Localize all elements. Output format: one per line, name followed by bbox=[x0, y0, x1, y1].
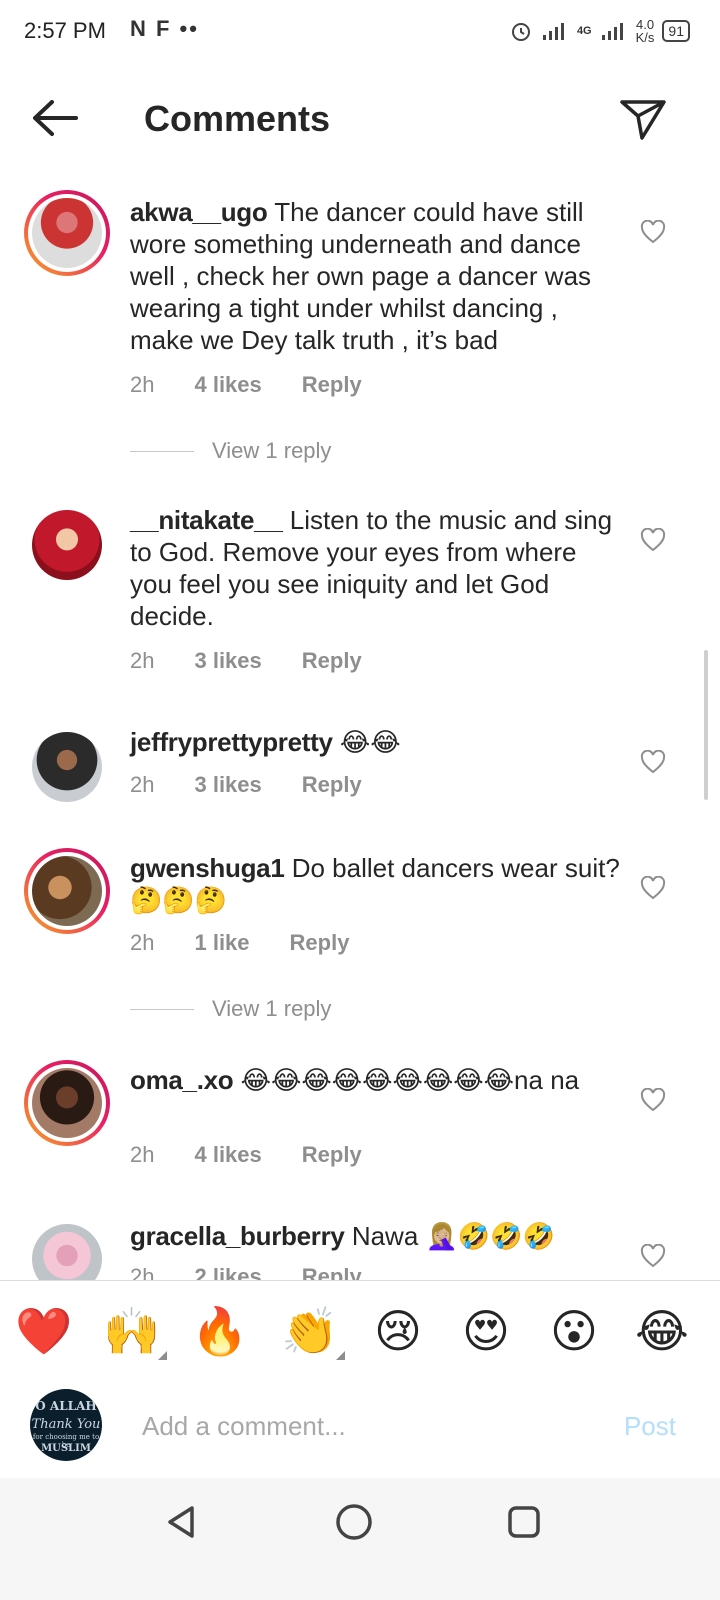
signal-icon-2 bbox=[601, 23, 623, 40]
comment-time: 2h bbox=[130, 1142, 155, 1167]
divider bbox=[130, 450, 194, 452]
reply-button[interactable]: Reply bbox=[302, 1264, 362, 1280]
notification-icons: N F •• bbox=[130, 16, 199, 41]
comment-meta: 2h 4 likes Reply bbox=[130, 1142, 402, 1168]
speed-unit: K/s bbox=[635, 30, 655, 45]
comment-body: Nawa 🤦🏼‍♀️🤣🤣🤣 bbox=[351, 1221, 556, 1251]
reaction-heart[interactable]: ❤️ bbox=[14, 1301, 74, 1361]
comment-item: gracella_burberry Nawa 🤦🏼‍♀️🤣🤣🤣 2h 2 lik… bbox=[0, 1218, 720, 1280]
like-heart-icon[interactable] bbox=[640, 1244, 666, 1268]
like-heart-icon[interactable] bbox=[640, 220, 666, 244]
comment-username[interactable]: oma_.xo bbox=[130, 1065, 234, 1095]
comment-username[interactable]: gracella_burberry bbox=[130, 1221, 345, 1251]
reaction-laughing[interactable]: 😂 bbox=[632, 1301, 692, 1361]
avatar[interactable] bbox=[32, 732, 102, 802]
reply-button[interactable]: Reply bbox=[302, 648, 362, 674]
comment-username[interactable]: akwa__ugo bbox=[130, 197, 268, 227]
comment-text: akwa__ugo The dancer could have still wo… bbox=[130, 196, 620, 356]
skin-tone-indicator-icon bbox=[158, 1351, 167, 1360]
avatar-text-2: Thank You bbox=[31, 1417, 101, 1432]
view-replies-label: View 1 reply bbox=[212, 438, 332, 463]
comment-time: 2h bbox=[130, 372, 155, 397]
comment-username[interactable]: jeffryprettypretty bbox=[130, 727, 333, 757]
comment-time: 2h bbox=[130, 648, 155, 673]
status-right: 4G 4.0 K/s 91 bbox=[509, 14, 690, 48]
recents-square-icon[interactable] bbox=[504, 1502, 544, 1542]
avatar-text-4: MUSLIM bbox=[41, 1443, 91, 1454]
comment-composer: O ALLAH Thank You for choosing me to be … bbox=[0, 1377, 720, 1477]
comment-username[interactable]: __nitakate__ bbox=[130, 505, 283, 535]
reaction-fire[interactable]: 🔥 bbox=[190, 1301, 250, 1361]
divider bbox=[130, 1008, 194, 1010]
paper-plane-icon[interactable] bbox=[618, 94, 668, 144]
back-arrow-icon[interactable] bbox=[28, 96, 80, 140]
comment-text: gracella_burberry Nawa 🤦🏼‍♀️🤣🤣🤣 bbox=[130, 1220, 620, 1252]
like-heart-icon[interactable] bbox=[640, 750, 666, 774]
reply-button[interactable]: Reply bbox=[302, 1142, 362, 1168]
comments-header: Comments bbox=[0, 70, 720, 170]
comment-text: oma_.xo 😂😂😂😂😂😂😂😂😂na na bbox=[130, 1064, 620, 1096]
alarm-icon bbox=[511, 23, 530, 41]
comment-text: __nitakate__ Listen to the music and sin… bbox=[130, 504, 620, 632]
battery-icon: 91 bbox=[662, 20, 690, 42]
home-circle-icon[interactable] bbox=[334, 1502, 374, 1542]
comment-likes[interactable]: 1 like bbox=[194, 930, 249, 956]
quick-reaction-bar: ❤️ 🙌 🔥 👏 😢 😍 😮 😂 bbox=[0, 1280, 720, 1378]
comment-likes[interactable]: 2 likes bbox=[194, 1264, 261, 1280]
my-avatar[interactable]: O ALLAH Thank You for choosing me to be … bbox=[30, 1389, 102, 1461]
reply-button[interactable]: Reply bbox=[290, 930, 350, 956]
comment-text: jeffryprettypretty 😂😂 bbox=[130, 726, 620, 758]
avatar-text-1: O ALLAH bbox=[35, 1399, 97, 1413]
reply-button[interactable]: Reply bbox=[302, 772, 362, 798]
comment-username[interactable]: gwenshuga1 bbox=[130, 853, 285, 883]
comment-meta: 2h 3 likes Reply bbox=[130, 648, 402, 674]
comment-time: 2h bbox=[130, 1264, 155, 1280]
view-replies-button[interactable]: View 1 reply bbox=[130, 996, 331, 1022]
signal-icon bbox=[542, 23, 564, 40]
avatar[interactable] bbox=[32, 1224, 102, 1280]
page-title: Comments bbox=[144, 98, 331, 139]
like-heart-icon[interactable] bbox=[640, 528, 666, 552]
status-bar: 2:57 PM N F •• 4G 4.0 K/s 91 bbox=[0, 0, 720, 64]
scrollbar[interactable] bbox=[704, 650, 708, 800]
post-button[interactable]: Post bbox=[624, 1411, 676, 1442]
view-replies-label: View 1 reply bbox=[212, 996, 332, 1021]
avatar[interactable] bbox=[24, 1060, 110, 1146]
comment-time: 2h bbox=[130, 930, 155, 955]
comment-meta: 2h 3 likes Reply bbox=[130, 772, 402, 798]
view-replies-button[interactable]: View 1 reply bbox=[130, 438, 331, 464]
reaction-surprised[interactable]: 😮 bbox=[544, 1301, 604, 1361]
reaction-crying[interactable]: 😢 bbox=[368, 1301, 428, 1361]
comment-likes[interactable]: 3 likes bbox=[194, 772, 261, 798]
reaction-raising-hands[interactable]: 🙌 bbox=[102, 1301, 162, 1361]
comment-text: gwenshuga1 Do ballet dancers wear suit? … bbox=[130, 852, 620, 916]
comment-body: 😂😂 bbox=[339, 727, 401, 757]
comment-meta: 2h 2 likes Reply bbox=[130, 1264, 402, 1280]
comment-likes[interactable]: 4 likes bbox=[194, 372, 261, 398]
reaction-clapping[interactable]: 👏 bbox=[280, 1301, 340, 1361]
comment-meta: 2h 4 likes Reply bbox=[130, 372, 402, 398]
back-triangle-icon[interactable] bbox=[162, 1502, 202, 1542]
status-time: 2:57 PM bbox=[24, 18, 106, 43]
reaction-heart-eyes[interactable]: 😍 bbox=[456, 1301, 516, 1361]
network-speed: 4.0 K/s bbox=[636, 18, 655, 44]
avatar[interactable] bbox=[24, 848, 110, 934]
comment-body: 😂😂😂😂😂😂😂😂😂na na bbox=[240, 1065, 580, 1095]
network-type: 4G bbox=[576, 25, 592, 37]
comment-input[interactable] bbox=[140, 1405, 564, 1447]
skin-tone-indicator-icon bbox=[336, 1351, 345, 1360]
comment-likes[interactable]: 4 likes bbox=[194, 1142, 261, 1168]
like-heart-icon[interactable] bbox=[640, 876, 666, 900]
reply-button[interactable]: Reply bbox=[302, 372, 362, 398]
avatar[interactable] bbox=[32, 510, 102, 580]
like-heart-icon[interactable] bbox=[640, 1088, 666, 1112]
comment-time: 2h bbox=[130, 772, 155, 797]
comment-likes[interactable]: 3 likes bbox=[194, 648, 261, 674]
system-nav-bar bbox=[0, 1478, 720, 1600]
comment-meta: 2h 1 like Reply bbox=[130, 930, 389, 956]
avatar[interactable] bbox=[24, 190, 110, 276]
